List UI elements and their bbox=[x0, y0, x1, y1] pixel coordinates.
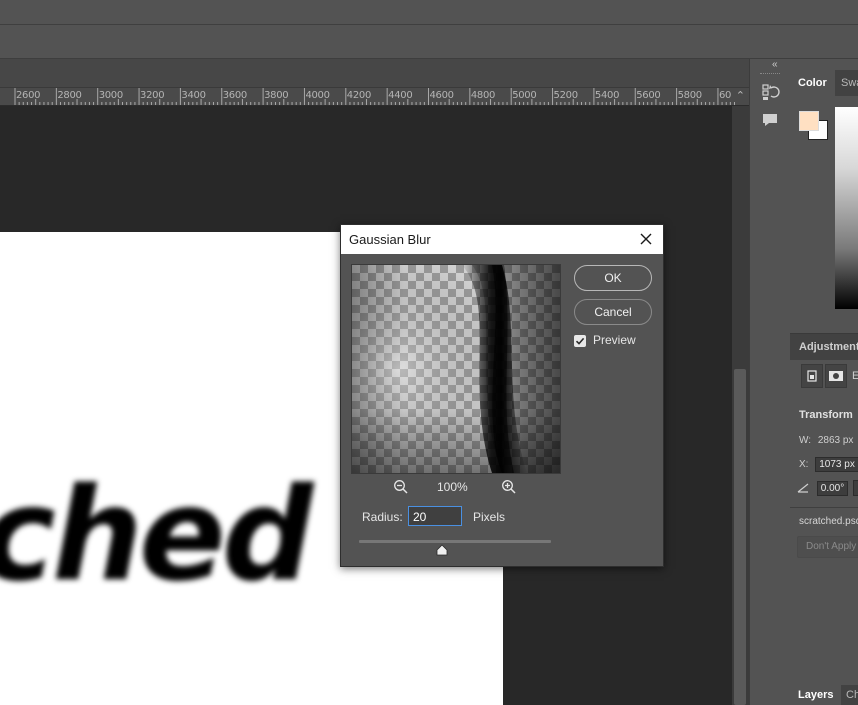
ruler-label: 2800 bbox=[57, 90, 82, 101]
ruler-scroll-up-icon[interactable]: ⌃ bbox=[736, 89, 745, 102]
blur-preview-shading bbox=[352, 265, 560, 473]
ruler-label: 4400 bbox=[388, 90, 413, 101]
collapsed-panel-strip: « bbox=[749, 59, 791, 705]
ruler-label: 4800 bbox=[470, 90, 496, 101]
zoom-in-icon[interactable] bbox=[501, 479, 517, 495]
radius-input[interactable]: 20 bbox=[408, 506, 462, 526]
preview-checkbox[interactable] bbox=[574, 335, 586, 347]
tab-layers[interactable]: Layers bbox=[790, 685, 842, 705]
history-icon[interactable] bbox=[760, 82, 780, 102]
ruler-label: 5200 bbox=[553, 90, 579, 101]
width-row: W: 2863 px bbox=[799, 435, 853, 446]
angle-icon bbox=[797, 483, 809, 493]
angle-field[interactable]: 0.00° bbox=[816, 480, 849, 496]
ruler-label: 3600 bbox=[222, 90, 248, 101]
gaussian-blur-dialog: Gaussian Blur OK Cancel Preview 100% Rad… bbox=[340, 224, 664, 567]
adjustments-panel-header: Adjustments bbox=[790, 333, 858, 360]
adjustments-truncated-label: E bbox=[852, 370, 858, 382]
filter-preview[interactable] bbox=[351, 264, 561, 474]
angle-dropdown-icon[interactable]: ⌄ bbox=[853, 480, 858, 496]
horizontal-ruler: 2600 2800 3000 3200 3400 3600 3800 4000 4200 4400… bbox=[0, 88, 749, 106]
transform-title: Transform bbox=[799, 409, 853, 421]
right-panel-dock: Color Swa Adjustments E Transform W: 286… bbox=[790, 59, 858, 705]
width-value: 2863 px bbox=[817, 435, 854, 446]
ruler-label: 3400 bbox=[181, 90, 206, 101]
vertical-scrollbar-thumb[interactable] bbox=[734, 369, 746, 705]
foreground-color-swatch[interactable] bbox=[799, 111, 819, 131]
zoom-level: 100% bbox=[437, 480, 468, 494]
document-tab-bar bbox=[0, 59, 749, 88]
x-label: X: bbox=[799, 459, 809, 470]
radius-slider-track[interactable] bbox=[359, 540, 551, 543]
adjustments-title[interactable]: Adjustments bbox=[799, 341, 858, 353]
ruler-label: 2600 bbox=[16, 90, 41, 101]
document-filename: scratched.psd bbox=[799, 516, 858, 527]
width-label: W: bbox=[799, 435, 812, 446]
close-icon[interactable] bbox=[635, 228, 657, 250]
color-panel-tabs: Color Swa bbox=[790, 70, 858, 96]
panel-divider bbox=[790, 507, 858, 508]
ruler-label: 3200 bbox=[140, 90, 165, 101]
color-picker-field[interactable] bbox=[835, 107, 858, 309]
x-row: X: 1073 px bbox=[799, 457, 858, 472]
ruler-label: 5400 bbox=[594, 90, 620, 101]
tab-swatches[interactable]: Swa bbox=[833, 70, 858, 96]
comments-icon[interactable] bbox=[760, 110, 780, 130]
layer-mask-icon[interactable] bbox=[825, 364, 847, 388]
checkmark-icon bbox=[575, 337, 585, 345]
radius-slider-thumb[interactable] bbox=[436, 543, 448, 556]
layers-panel-tabs: Layers Ch bbox=[790, 685, 858, 705]
zoom-out-icon[interactable] bbox=[393, 479, 409, 495]
ruler-label: 4000 bbox=[305, 90, 330, 101]
ruler-label: 5000 bbox=[512, 90, 537, 101]
ok-button[interactable]: OK bbox=[574, 265, 652, 291]
dialog-title: Gaussian Blur bbox=[349, 232, 431, 247]
document-blurred-text: ched bbox=[0, 461, 313, 610]
cancel-button[interactable]: Cancel bbox=[574, 299, 652, 325]
ruler-label: 4200 bbox=[346, 90, 372, 101]
radius-units-label: Pixels bbox=[473, 510, 506, 524]
pixel-layer-icon[interactable] bbox=[801, 364, 823, 388]
angle-row: 0.00° ⌄ bbox=[796, 480, 858, 496]
options-bar bbox=[0, 25, 858, 59]
vertical-scrollbar[interactable] bbox=[732, 106, 749, 705]
dialog-titlebar[interactable]: Gaussian Blur bbox=[341, 225, 663, 254]
preview-label[interactable]: Preview bbox=[593, 333, 636, 347]
menu-bar bbox=[0, 0, 858, 25]
ruler-label: 3000 bbox=[98, 90, 124, 101]
collapse-panels-icon[interactable]: « bbox=[772, 59, 778, 70]
ruler-label: 60 bbox=[718, 90, 732, 101]
ruler-label: 5600 bbox=[636, 90, 661, 101]
panel-grip[interactable] bbox=[760, 73, 780, 76]
ruler-label: 5800 bbox=[677, 90, 703, 101]
x-field[interactable]: 1073 px bbox=[815, 457, 858, 472]
radius-label: Radius: bbox=[362, 510, 403, 524]
ruler-label: 3800 bbox=[264, 90, 289, 101]
tab-color[interactable]: Color bbox=[790, 70, 835, 96]
ruler-label: 4600 bbox=[429, 90, 455, 101]
tab-channels[interactable]: Ch bbox=[838, 685, 858, 705]
dont-apply-button[interactable]: Don't Apply bbox=[797, 536, 858, 558]
